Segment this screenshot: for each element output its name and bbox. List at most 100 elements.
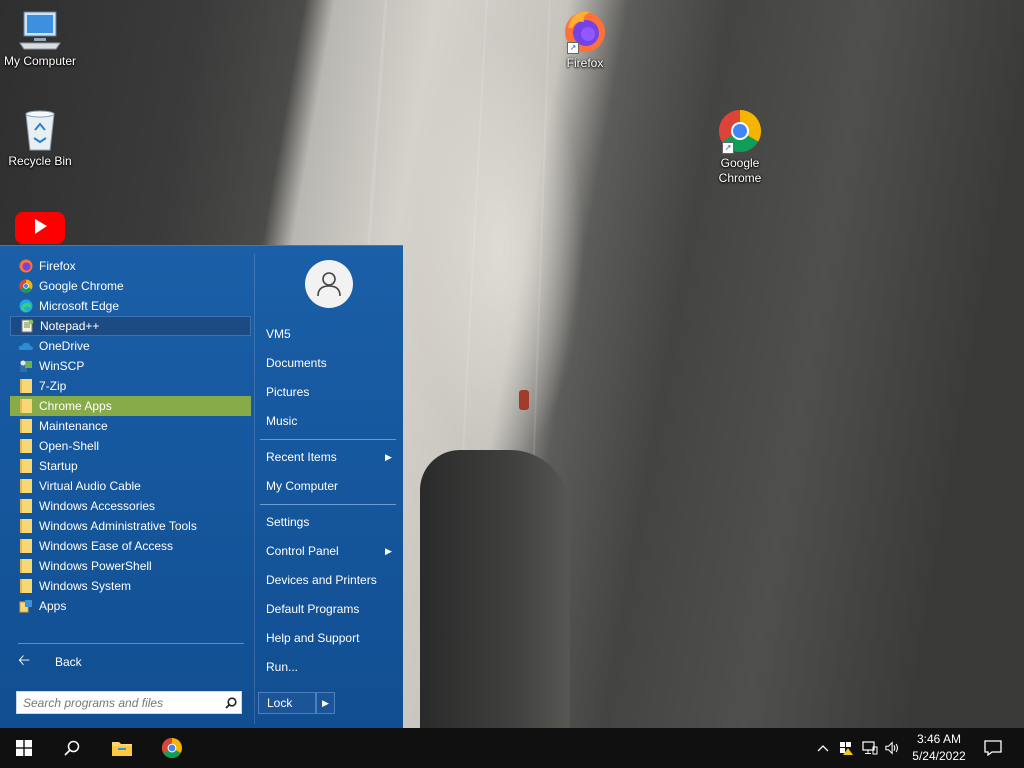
windows-start-icon[interactable] bbox=[0, 728, 48, 768]
program-folder-7-zip[interactable]: 7-Zip bbox=[10, 376, 251, 396]
program-folder-windows-system[interactable]: Windows System bbox=[10, 576, 251, 596]
program-firefox[interactable]: Firefox bbox=[10, 256, 251, 276]
desktop-icon-recycle-bin[interactable]: Recycle Bin bbox=[0, 108, 80, 169]
search-icon[interactable] bbox=[221, 693, 241, 713]
program-label: Microsoft Edge bbox=[39, 299, 120, 313]
folder-icon bbox=[18, 418, 34, 434]
place-music[interactable]: Music bbox=[266, 412, 297, 430]
winscp-icon bbox=[18, 358, 34, 374]
programs-list: Firefox Google Chrome Microsoft Edge Not… bbox=[10, 256, 251, 616]
place-settings[interactable]: Settings bbox=[266, 513, 309, 531]
program-microsoft-edge[interactable]: Microsoft Edge bbox=[10, 296, 251, 316]
back-label: Back bbox=[55, 655, 82, 669]
user-avatar-icon[interactable] bbox=[305, 260, 353, 308]
place-documents[interactable]: Documents bbox=[266, 354, 327, 372]
folder-icon bbox=[18, 578, 34, 594]
shutdown-options-arrow-icon[interactable]: ▶ bbox=[316, 692, 335, 714]
system-clock[interactable]: 3:46 AM 5/24/2022 bbox=[908, 731, 970, 765]
submenu-arrow-icon: ▶ bbox=[385, 452, 392, 462]
places-separator bbox=[260, 504, 396, 505]
program-winscp[interactable]: WinSCP bbox=[10, 356, 251, 376]
start-menu: Firefox Google Chrome Microsoft Edge Not… bbox=[0, 245, 403, 729]
desktop-icon-firefox[interactable]: ↗ Firefox bbox=[545, 8, 625, 71]
chevron-up-icon[interactable] bbox=[815, 740, 831, 756]
program-folder-windows-powershell[interactable]: Windows PowerShell bbox=[10, 556, 251, 576]
desktop-icon-google-chrome[interactable]: ↗ Google Chrome bbox=[700, 108, 780, 186]
program-onedrive[interactable]: OneDrive bbox=[10, 336, 251, 356]
place-control-panel[interactable]: Control Panel bbox=[266, 542, 339, 560]
onedrive-icon bbox=[18, 338, 34, 354]
program-label: 7-Zip bbox=[39, 379, 67, 393]
program-folder-open-shell[interactable]: Open-Shell bbox=[10, 436, 251, 456]
program-label: Startup bbox=[39, 459, 78, 473]
place-run[interactable]: Run... bbox=[266, 658, 298, 676]
clock-date: 5/24/2022 bbox=[912, 749, 966, 763]
programs-separator bbox=[18, 643, 244, 644]
program-label: Windows Administrative Tools bbox=[39, 519, 197, 533]
place-devices-and-printers[interactable]: Devices and Printers bbox=[266, 571, 377, 589]
climber bbox=[519, 390, 529, 410]
program-notepad-plus-plus[interactable]: Notepad++ bbox=[10, 316, 251, 336]
program-label: Windows Accessories bbox=[39, 499, 156, 513]
program-folder-windows-administrative-tools[interactable]: Windows Administrative Tools bbox=[10, 516, 251, 536]
program-folder-startup[interactable]: Startup bbox=[10, 456, 251, 476]
folder-icon bbox=[18, 478, 34, 494]
chrome-icon[interactable] bbox=[148, 728, 196, 768]
folder-icon bbox=[18, 458, 34, 474]
desktop-icon-label: My Computer bbox=[3, 54, 77, 68]
notifications-icon[interactable] bbox=[978, 728, 1008, 768]
network-warning-icon[interactable] bbox=[838, 740, 854, 756]
column-divider bbox=[254, 254, 255, 724]
recycle-bin-icon bbox=[25, 110, 55, 151]
notepad-plus-plus-icon bbox=[19, 318, 35, 334]
folder-icon bbox=[18, 558, 34, 574]
place-default-programs[interactable]: Default Programs bbox=[266, 600, 359, 618]
chrome-icon bbox=[18, 278, 34, 294]
place-help-and-support[interactable]: Help and Support bbox=[266, 629, 359, 647]
program-label: Apps bbox=[39, 599, 67, 613]
program-label: Google Chrome bbox=[39, 279, 124, 293]
program-label: OneDrive bbox=[39, 339, 90, 353]
desktop-icon-my-computer[interactable]: My Computer bbox=[0, 10, 80, 69]
desktop-icon-youtube[interactable] bbox=[0, 210, 80, 246]
program-label: Windows Ease of Access bbox=[39, 539, 174, 553]
firefox-icon bbox=[18, 258, 34, 274]
folder-icon bbox=[18, 378, 34, 394]
program-label: Notepad++ bbox=[40, 319, 100, 333]
program-folder-windows-accessories[interactable]: Windows Accessories bbox=[10, 496, 251, 516]
back-button[interactable]: 🡠 Back bbox=[18, 652, 82, 672]
network-icon[interactable] bbox=[862, 740, 878, 756]
computer-icon bbox=[19, 11, 61, 50]
shortcut-arrow-icon: ↗ bbox=[722, 142, 734, 154]
program-folder-maintenance[interactable]: Maintenance bbox=[10, 416, 251, 436]
program-label: Windows PowerShell bbox=[39, 559, 152, 573]
taskbar: 3:46 AM 5/24/2022 bbox=[0, 728, 1024, 768]
edge-icon bbox=[18, 298, 34, 314]
program-label: Maintenance bbox=[39, 419, 108, 433]
arrow-left-icon: 🡠 bbox=[18, 651, 31, 669]
folder-icon bbox=[18, 438, 34, 454]
place-pictures[interactable]: Pictures bbox=[266, 383, 309, 401]
desktop-icon-label: Google Chrome bbox=[718, 156, 762, 185]
places-separator bbox=[260, 439, 396, 440]
place-vm5[interactable]: VM5 bbox=[266, 325, 291, 343]
lock-button[interactable]: Lock bbox=[258, 692, 316, 714]
program-google-chrome[interactable]: Google Chrome bbox=[10, 276, 251, 296]
file-explorer-icon[interactable] bbox=[98, 728, 146, 768]
apps-icon bbox=[18, 598, 34, 614]
folder-icon bbox=[18, 518, 34, 534]
program-label: Firefox bbox=[39, 259, 76, 273]
program-apps[interactable]: Apps bbox=[10, 596, 251, 616]
program-label: WinSCP bbox=[39, 359, 85, 373]
folder-icon bbox=[18, 498, 34, 514]
program-folder-virtual-audio-cable[interactable]: Virtual Audio Cable bbox=[10, 476, 251, 496]
place-my-computer[interactable]: My Computer bbox=[266, 477, 338, 495]
folder-icon bbox=[18, 398, 34, 414]
search-box[interactable] bbox=[16, 691, 242, 714]
program-folder-chrome-apps[interactable]: Chrome Apps bbox=[10, 396, 251, 416]
place-recent-items[interactable]: Recent Items bbox=[266, 448, 337, 466]
search-input[interactable] bbox=[17, 692, 221, 713]
search-icon[interactable] bbox=[48, 728, 96, 768]
volume-icon[interactable] bbox=[885, 740, 901, 756]
program-folder-windows-ease-of-access[interactable]: Windows Ease of Access bbox=[10, 536, 251, 556]
